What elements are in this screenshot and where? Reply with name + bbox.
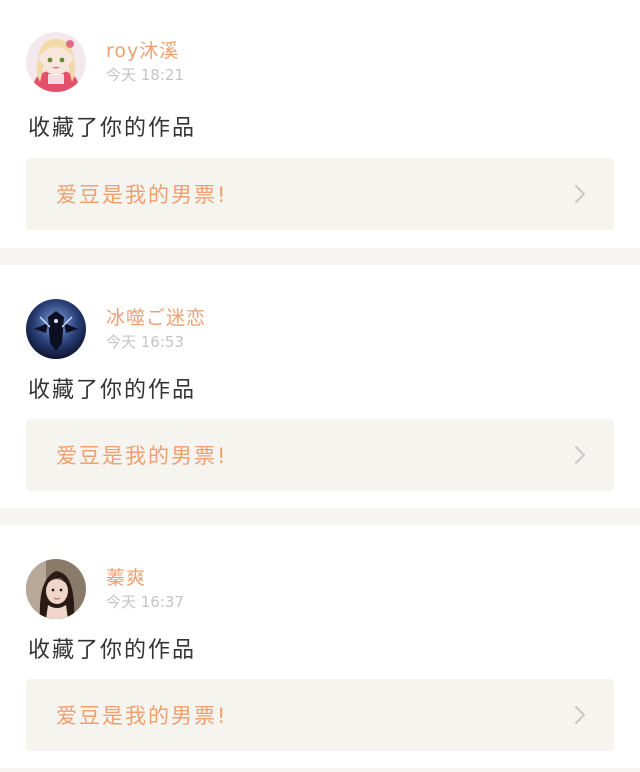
action-description: 收藏了你的作品 — [28, 638, 197, 663]
notification-header: 蓁爽 今天 16:37 — [26, 559, 184, 619]
timestamp: 今天 18:21 — [106, 66, 184, 84]
timestamp: 今天 16:53 — [106, 333, 184, 351]
notification-header: 冰噬ご迷恋 今天 16:53 — [26, 299, 206, 359]
chevron-right-icon — [575, 446, 585, 464]
notification-feed: roy沐溪 今天 18:21 收藏了你的作品 爱豆是我的男票! 冰噬ご迷恋 今天… — [0, 0, 640, 772]
notification-card: roy沐溪 今天 18:21 收藏了你的作品 爱豆是我的男票! — [0, 0, 640, 248]
username-link[interactable]: 冰噬ご迷恋 — [106, 306, 206, 330]
work-title: 爱豆是我的男票! — [56, 183, 228, 207]
girl-portrait-avatar-icon[interactable] — [26, 559, 86, 619]
work-link[interactable]: 爱豆是我的男票! — [26, 679, 614, 751]
timestamp: 今天 16:37 — [106, 593, 184, 611]
username-link[interactable]: roy沐溪 — [106, 39, 184, 63]
chevron-right-icon — [575, 185, 585, 203]
notification-header: roy沐溪 今天 18:21 — [26, 32, 184, 92]
username-link[interactable]: 蓁爽 — [106, 566, 184, 590]
work-link[interactable]: 爱豆是我的男票! — [26, 158, 614, 230]
user-meta: 冰噬ご迷恋 今天 16:53 — [106, 306, 206, 352]
work-title: 爱豆是我的男票! — [56, 704, 228, 728]
notification-card: 蓁爽 今天 16:37 收藏了你的作品 爱豆是我的男票! — [0, 525, 640, 768]
notification-card: 冰噬ご迷恋 今天 16:53 收藏了你的作品 爱豆是我的男票! — [0, 265, 640, 508]
action-description: 收藏了你的作品 — [28, 116, 197, 141]
anime-girl-avatar-icon[interactable] — [26, 32, 86, 92]
user-meta: roy沐溪 今天 18:21 — [106, 39, 184, 85]
action-description: 收藏了你的作品 — [28, 378, 197, 403]
chevron-right-icon — [575, 706, 585, 724]
work-title: 爱豆是我的男票! — [56, 444, 228, 468]
user-meta: 蓁爽 今天 16:37 — [106, 566, 184, 612]
dark-warrior-avatar-icon[interactable] — [26, 299, 86, 359]
work-link[interactable]: 爱豆是我的男票! — [26, 419, 614, 491]
